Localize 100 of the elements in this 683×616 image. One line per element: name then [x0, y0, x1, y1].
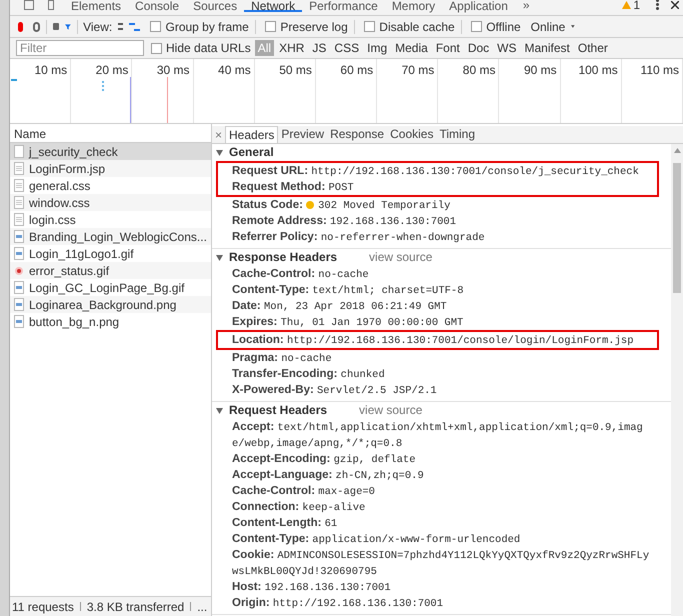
header-entry: Host: 192.168.136.130:7001	[231, 580, 392, 595]
time-tick-label: 20 ms	[96, 62, 128, 79]
header-entry: Expires: Thu, 01 Jan 1970 00:00:00 GMT	[231, 315, 464, 330]
panel-tab[interactable]: Network	[244, 0, 302, 12]
checkbox-label[interactable]: Disable cache	[379, 18, 455, 36]
dropdown-caret-icon[interactable]	[571, 24, 576, 29]
panel-tab[interactable]: Sources	[186, 0, 244, 12]
device-icon[interactable]	[48, 0, 54, 10]
time-tick-label: 50 ms	[279, 62, 312, 79]
header-entry: Status Code: 302 Moved Temporarily	[231, 198, 452, 213]
more-tabs-button[interactable]: »	[514, 0, 538, 14]
view-label: View:	[83, 18, 112, 36]
image-file-icon	[14, 298, 24, 311]
detail-tab[interactable]: Headers	[225, 126, 278, 143]
file-icon	[14, 145, 24, 158]
detail-tab[interactable]: Response	[327, 126, 388, 143]
scrollbar[interactable]	[671, 144, 683, 616]
inspect-icon[interactable]	[24, 0, 34, 10]
time-tick-label: 30 ms	[156, 62, 190, 79]
type-filter-button[interactable]: Media	[392, 40, 431, 56]
checkbox[interactable]	[265, 21, 276, 32]
time-tick-label: 10 ms	[34, 62, 68, 79]
panel-tab[interactable]: Console	[128, 0, 186, 12]
time-tick-label: 60 ms	[340, 62, 374, 79]
more-options-icon[interactable]	[656, 0, 659, 10]
header-entry: Remote Address: 192.168.136.130:7001	[231, 214, 458, 229]
close-button[interactable]: ×	[212, 126, 226, 144]
header-entry: Location: http://192.168.136.130:7001/console/login/LoginForm.jsp	[216, 330, 659, 350]
header-entry: Request URL: http://192.168.136.130:7001/console/j_security_check	[216, 161, 659, 179]
type-filter-button[interactable]: JS	[309, 40, 330, 56]
type-filter-button[interactable]: Img	[364, 40, 390, 56]
checkbox-label[interactable]: Preserve log	[280, 18, 348, 36]
type-filter-button[interactable]: Other	[574, 40, 611, 56]
panel-tab[interactable]: Performance	[302, 0, 385, 12]
view-source-link[interactable]: view source	[369, 249, 432, 266]
section-title[interactable]: Response Headers	[229, 249, 338, 266]
waterfall-view-icon[interactable]	[129, 22, 140, 30]
request-row[interactable]: Branding_Login_WeblogicCons...	[10, 228, 211, 245]
header-entry: Accept-Language: zh-CN,zh;q=0.9	[231, 468, 425, 483]
section-title[interactable]: General	[229, 144, 274, 161]
throttling-dropdown[interactable]: Online	[530, 18, 566, 36]
header-entry: Cache-Control: max-age=0	[231, 484, 376, 499]
checkbox[interactable]	[151, 42, 162, 54]
close-icon[interactable]	[671, 0, 679, 8]
header-entry: Origin: http://192.168.136.130:7001	[231, 596, 444, 611]
type-filter-button[interactable]: CSS	[331, 40, 362, 56]
time-tick-label: 110 ms	[640, 62, 679, 79]
request-row[interactable]: LoginForm.jsp	[10, 160, 211, 177]
header-entry: Content-Type: application/x-www-form-urlencoded	[231, 532, 522, 547]
type-filter-button[interactable]: WS	[494, 40, 520, 56]
section-title[interactable]: Request Headers	[229, 402, 328, 419]
header-entry: Accept-Encoding: gzip, deflate	[231, 452, 417, 467]
column-header[interactable]: Name	[14, 124, 46, 142]
scrollbar-thumb[interactable]	[673, 163, 681, 293]
request-row[interactable]: error_status.gif	[10, 262, 211, 279]
header-entry: Referrer Policy: no-referrer-when-downgrade	[231, 230, 486, 245]
image-file-icon	[14, 315, 24, 328]
checkbox[interactable]	[471, 21, 482, 32]
time-tick-label: 80 ms	[462, 62, 496, 79]
checkbox[interactable]	[150, 21, 162, 32]
filter-field[interactable]: Filter	[16, 40, 144, 56]
timeline-overview[interactable]: 10 ms 20 ms 30 ms 40 ms 50 ms 60 ms 70 ms 80 ms 90 ms 100 ms 110 ms	[10, 59, 683, 124]
checkbox-label[interactable]: Offline	[486, 18, 521, 36]
image-file-icon	[14, 230, 24, 243]
panel-tab[interactable]: Application	[442, 0, 515, 12]
filter-icon[interactable]	[64, 22, 71, 32]
header-entry: Cookie: ADMINCONSOLESESSION=7phzhd4Y112LQkYyQXTQyxfRv9z2QyzRrwSHFLywsLMkBL00QYJd!320690795	[231, 548, 650, 579]
checkbox-label[interactable]: Hide data URLs	[166, 39, 251, 57]
record-button[interactable]	[18, 22, 24, 32]
checkbox[interactable]	[364, 21, 376, 32]
header-entry: Content-Type: text/html; charset=UTF-8	[231, 283, 465, 298]
panel-tab[interactable]: Elements	[64, 0, 128, 12]
image-file-icon	[14, 247, 24, 260]
type-filter-button[interactable]: Font	[432, 40, 463, 56]
collapse-triangle-icon[interactable]	[216, 408, 223, 414]
view-source-link[interactable]: view source	[359, 402, 422, 419]
header-entry: X-Powered-By: Servlet/2.5 JSP/2.1	[231, 383, 438, 398]
detail-tab[interactable]: Cookies	[387, 126, 436, 143]
type-filter-button[interactable]: Manifest	[522, 40, 573, 56]
document-icon	[14, 213, 24, 226]
type-filter-button[interactable]: Doc	[464, 40, 492, 56]
camera-icon[interactable]	[52, 23, 59, 30]
checkbox-label[interactable]: Group by frame	[165, 18, 249, 36]
header-entry: Content-Length: 61	[231, 516, 338, 531]
request-row[interactable]: j_security_check	[10, 143, 211, 160]
request-row[interactable]: window.css	[10, 194, 211, 211]
header-entry: Pragma: no-cache	[231, 351, 333, 366]
detail-tab[interactable]: Timing	[436, 126, 478, 143]
clear-icon[interactable]	[33, 22, 40, 32]
type-filter-button[interactable]: XHR	[276, 40, 308, 56]
time-tick-label: 70 ms	[402, 62, 434, 79]
header-entry: Cache-Control: no-cache	[231, 267, 370, 282]
header-entry: Date: Mon, 23 Apr 2018 06:21:49 GMT	[231, 299, 448, 314]
detail-tab[interactable]: Preview	[278, 126, 328, 143]
list-view-icon[interactable]	[118, 23, 124, 30]
panel-tab[interactable]: Memory	[384, 0, 442, 12]
request-row[interactable]: Loginarea_Background.png	[10, 296, 211, 313]
scroll-up-icon[interactable]	[674, 148, 680, 153]
collapse-triangle-icon[interactable]	[216, 150, 223, 156]
collapse-triangle-icon[interactable]	[216, 254, 223, 260]
